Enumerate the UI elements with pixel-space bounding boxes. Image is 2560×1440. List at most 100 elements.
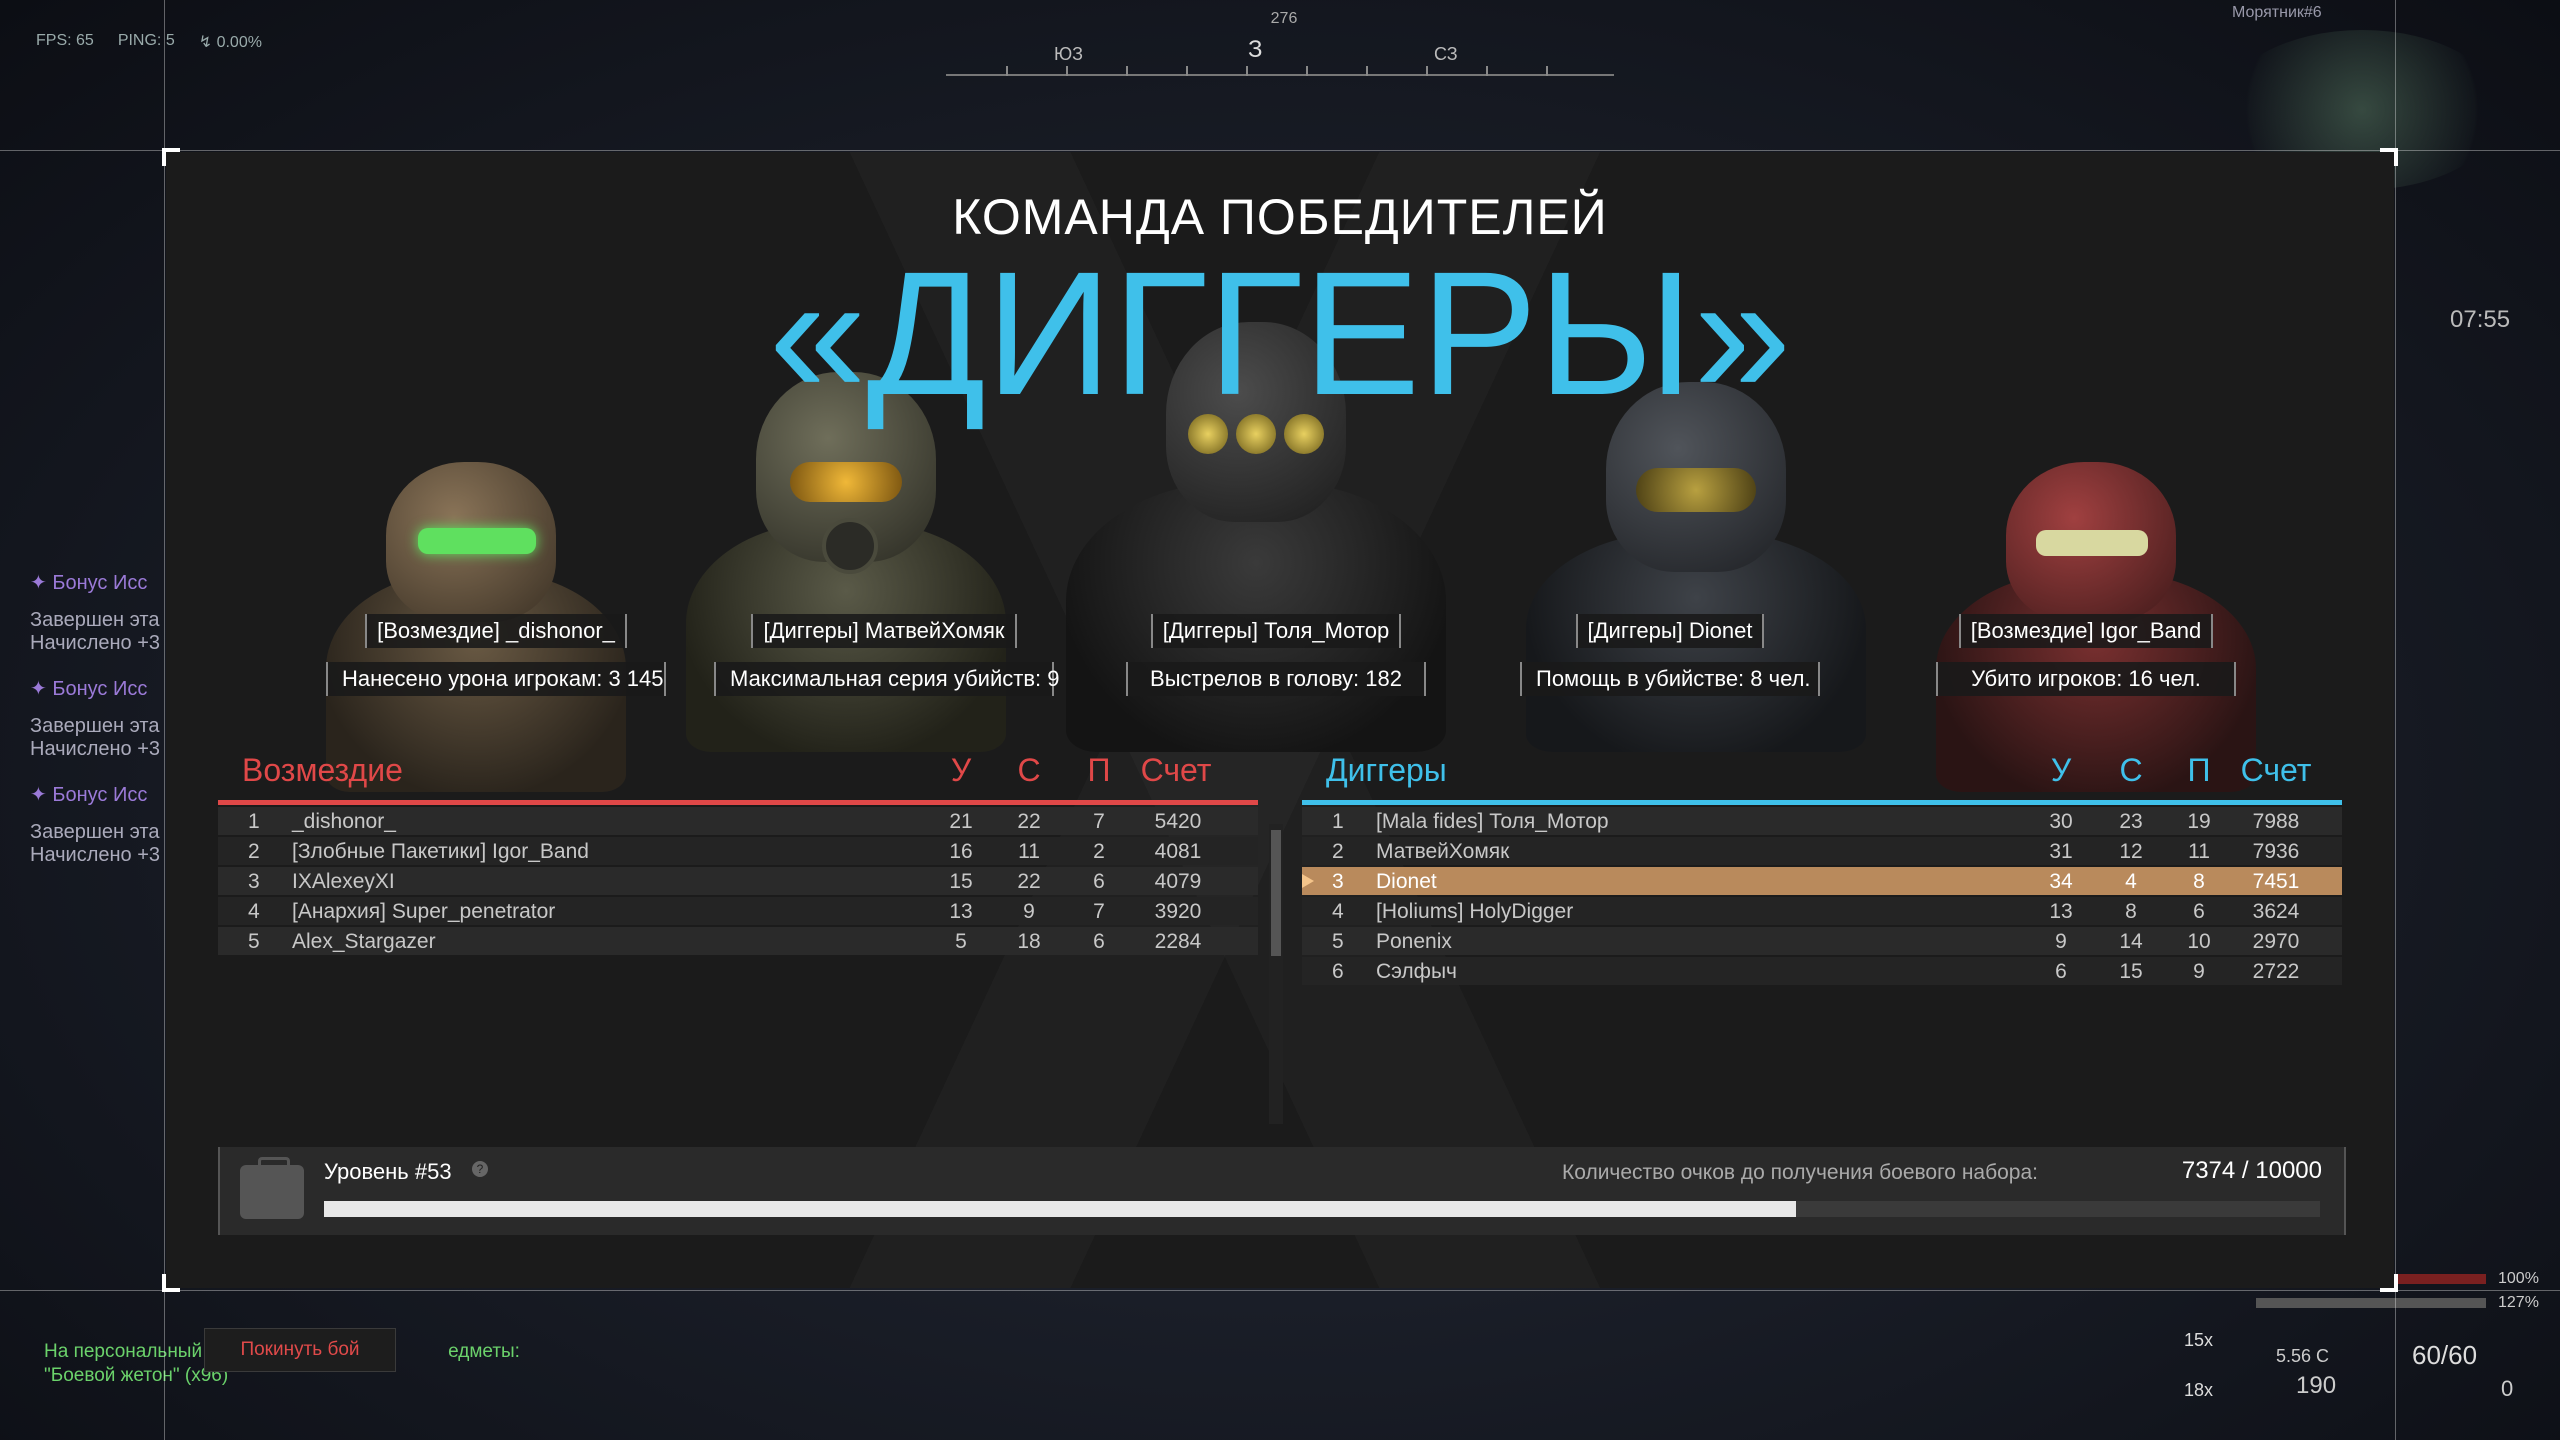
col-deaths: С (2119, 752, 2143, 788)
table-row[interactable]: 5 Alex_Stargazer 5 18 6 2284 (218, 927, 1258, 955)
award-stat: Выстрелов в голову: 182 (1126, 662, 1426, 696)
table-row[interactable]: 6 Сэлфыч 6 15 9 2722 (1302, 957, 2342, 985)
player-rows: 1 _dishonor_ 21 22 7 5420 2 [Злобные Пакетик… (218, 807, 1258, 955)
table-row[interactable]: 4 [Holiums] HolyDigger 13 8 6 3624 (1302, 897, 2342, 925)
col-score: Счет (1140, 752, 1212, 788)
award-card: [Диггеры] Dionet Помощь в убийстве: 8 че… (1520, 614, 1820, 696)
compass-tick (1006, 66, 1008, 76)
level-progress-bar (324, 1201, 2320, 1217)
table-row[interactable]: 2 [Злобные Пакетики] Igor_Band 16 11 2 4081 (218, 837, 1258, 865)
briefcase-icon (240, 1157, 304, 1219)
scope-magnification-alt: 18x (2184, 1380, 2214, 1400)
feed-line: Начислено +3 (30, 632, 161, 654)
bonus-label: ✦ Бонус Исс (30, 678, 148, 700)
table-row[interactable]: 1 _dishonor_ 21 22 7 5420 (218, 807, 1258, 835)
table-row[interactable]: 1 [Mala fides] Толя_Мотор 30 23 19 7988 (1302, 807, 2342, 835)
perf-stats: FPS: 65 PING: 5 ↯ 0.00% (36, 32, 262, 52)
team-name: Возмездие (242, 752, 403, 788)
panel-corner (2380, 148, 2398, 166)
health-value: 100% (2498, 1270, 2539, 1287)
scope-magnification: 15x (2184, 1330, 2214, 1350)
match-results-panel: КОМАНДА ПОБЕДИТЕЛЕЙ «ДИГГЕРЫ» [Возмездие… (162, 148, 2398, 1292)
level-label: Уровень #53 (324, 1159, 452, 1184)
match-clock: 07:55 (2450, 306, 2511, 333)
award-card: [Возмездие] _dishonor_ Нанесено урона иг… (326, 614, 666, 696)
award-card: [Диггеры] МатвейХомяк Максимальная серия… (714, 614, 1059, 696)
col-score: Счет (2240, 752, 2312, 788)
kit-requirement-label: Количество очков до получения боевого на… (1562, 1161, 2038, 1184)
col-assists: П (2187, 752, 2211, 788)
award-player: [Диггеры] МатвейХомяк (751, 614, 1017, 648)
armor-value: 127% (2498, 1294, 2539, 1311)
armor-row: 127% (2256, 1294, 2556, 1311)
panel-corner (162, 148, 180, 166)
level-progress-panel: Уровень #53 ? Количество очков до получе… (218, 1147, 2346, 1235)
ammo-count: 60/60 (2412, 1340, 2478, 1370)
table-row[interactable]: 4 [Анархия] Super_penetrator 13 9 7 3920 (218, 897, 1258, 925)
award-stat: Помощь в убийстве: 8 чел. (1520, 662, 1820, 696)
col-assists: П (1087, 752, 1111, 788)
armor-bar (2256, 1298, 2486, 1308)
team-rule (1302, 800, 2342, 805)
bonus-label: ✦ Бонус Исс (30, 572, 148, 594)
compass-nw: СЗ (1434, 44, 1458, 64)
team-header: Возмездие У С П Счет (218, 752, 1258, 792)
award-stat: Нанесено урона игрокам: 3 145 (326, 662, 666, 696)
character-portrait (1936, 452, 2256, 792)
ammo-reserve: 190 (2296, 1372, 2337, 1399)
team-header: Диггеры У С П Счет (1302, 752, 2342, 792)
col-deaths: С (1017, 752, 1041, 788)
scoreboard-scrollbar[interactable] (1269, 824, 1283, 1124)
feed-line: Начислено +3 (30, 844, 161, 866)
compass-tick (1426, 66, 1428, 76)
table-row[interactable]: 2 МатвейХомяк 31 12 11 7936 (1302, 837, 2342, 865)
team-name: Диггеры (1326, 752, 1447, 788)
award-stat: Максимальная серия убийств: 9 (714, 662, 1059, 696)
grenade-count: 0 (2501, 1376, 2514, 1401)
compass-tick (1486, 66, 1488, 76)
compass-tick (1366, 66, 1368, 76)
compass-tick (1246, 66, 1248, 76)
feed-line: Завершен эта (30, 609, 160, 631)
award-player: [Диггеры] Толя_Мотор (1150, 614, 1402, 648)
info-icon[interactable]: ? (472, 1161, 488, 1177)
compass: 276 ЮЗ З СЗ (946, 10, 1614, 80)
frame-line (0, 150, 2560, 151)
fps-counter: FPS: 65 (36, 32, 94, 49)
feed-item: ✦ Бонус Исс Завершен эта Начислено +3 (30, 676, 170, 761)
feed-line: Завершен эта (30, 821, 160, 843)
compass-tick (1186, 66, 1188, 76)
col-kills: У (950, 752, 972, 788)
award-player: [Диггеры] Dionet (1575, 614, 1765, 648)
compass-tick (1546, 66, 1548, 76)
player-tag: Морятник#6 (2232, 4, 2322, 21)
table-row[interactable]: 5 Ponenix 9 14 10 2970 (1302, 927, 2342, 955)
kit-points: 7374 / 10000 (2181, 1157, 2322, 1184)
reward-line: На персональный (44, 1341, 203, 1362)
team-scoreboard-right: Диггеры У С П Счет 1 [Mala fides] Толя_Мо… (1302, 752, 2342, 985)
reward-line-tail: едметы: (448, 1341, 520, 1362)
table-row-current-player[interactable]: 3 Dionet 34 4 8 7451 (1302, 867, 2342, 895)
panel-corner (162, 1274, 180, 1292)
level-progress-fill (324, 1201, 1796, 1217)
compass-sw: ЮЗ (1054, 44, 1084, 64)
packet-loss: ↯ 0.00% (198, 34, 262, 51)
frame-line (0, 1290, 2560, 1291)
team-scoreboard-left: Возмездие У С П Счет 1 _dishonor_ 21 22 75… (218, 752, 1258, 955)
feed-line: Начислено +3 (30, 738, 161, 760)
compass-w: З (1248, 36, 1263, 63)
bonus-label: ✦ Бонус Исс (30, 784, 148, 806)
compass-tick (1126, 66, 1128, 76)
current-player-marker (1302, 874, 1314, 888)
scrollbar-thumb[interactable] (1271, 830, 1281, 956)
award-stat: Убито игроков: 16 чел. (1936, 662, 2236, 696)
frame-line (2395, 0, 2396, 1440)
panel-corner (2380, 1274, 2398, 1292)
feed-line: Завершен эта (30, 715, 160, 737)
award-card: [Диггеры] Толя_Мотор Выстрелов в голову:… (1126, 614, 1426, 696)
table-row[interactable]: 3 IXAlexeyXI 15 22 6 4079 (218, 867, 1258, 895)
compass-bearing: 276 (1270, 10, 1298, 27)
leave-battle-button[interactable]: Покинуть бой (204, 1328, 396, 1372)
award-player: [Возмездие] Igor_Band (1958, 614, 2214, 648)
compass-rule (946, 74, 1614, 76)
